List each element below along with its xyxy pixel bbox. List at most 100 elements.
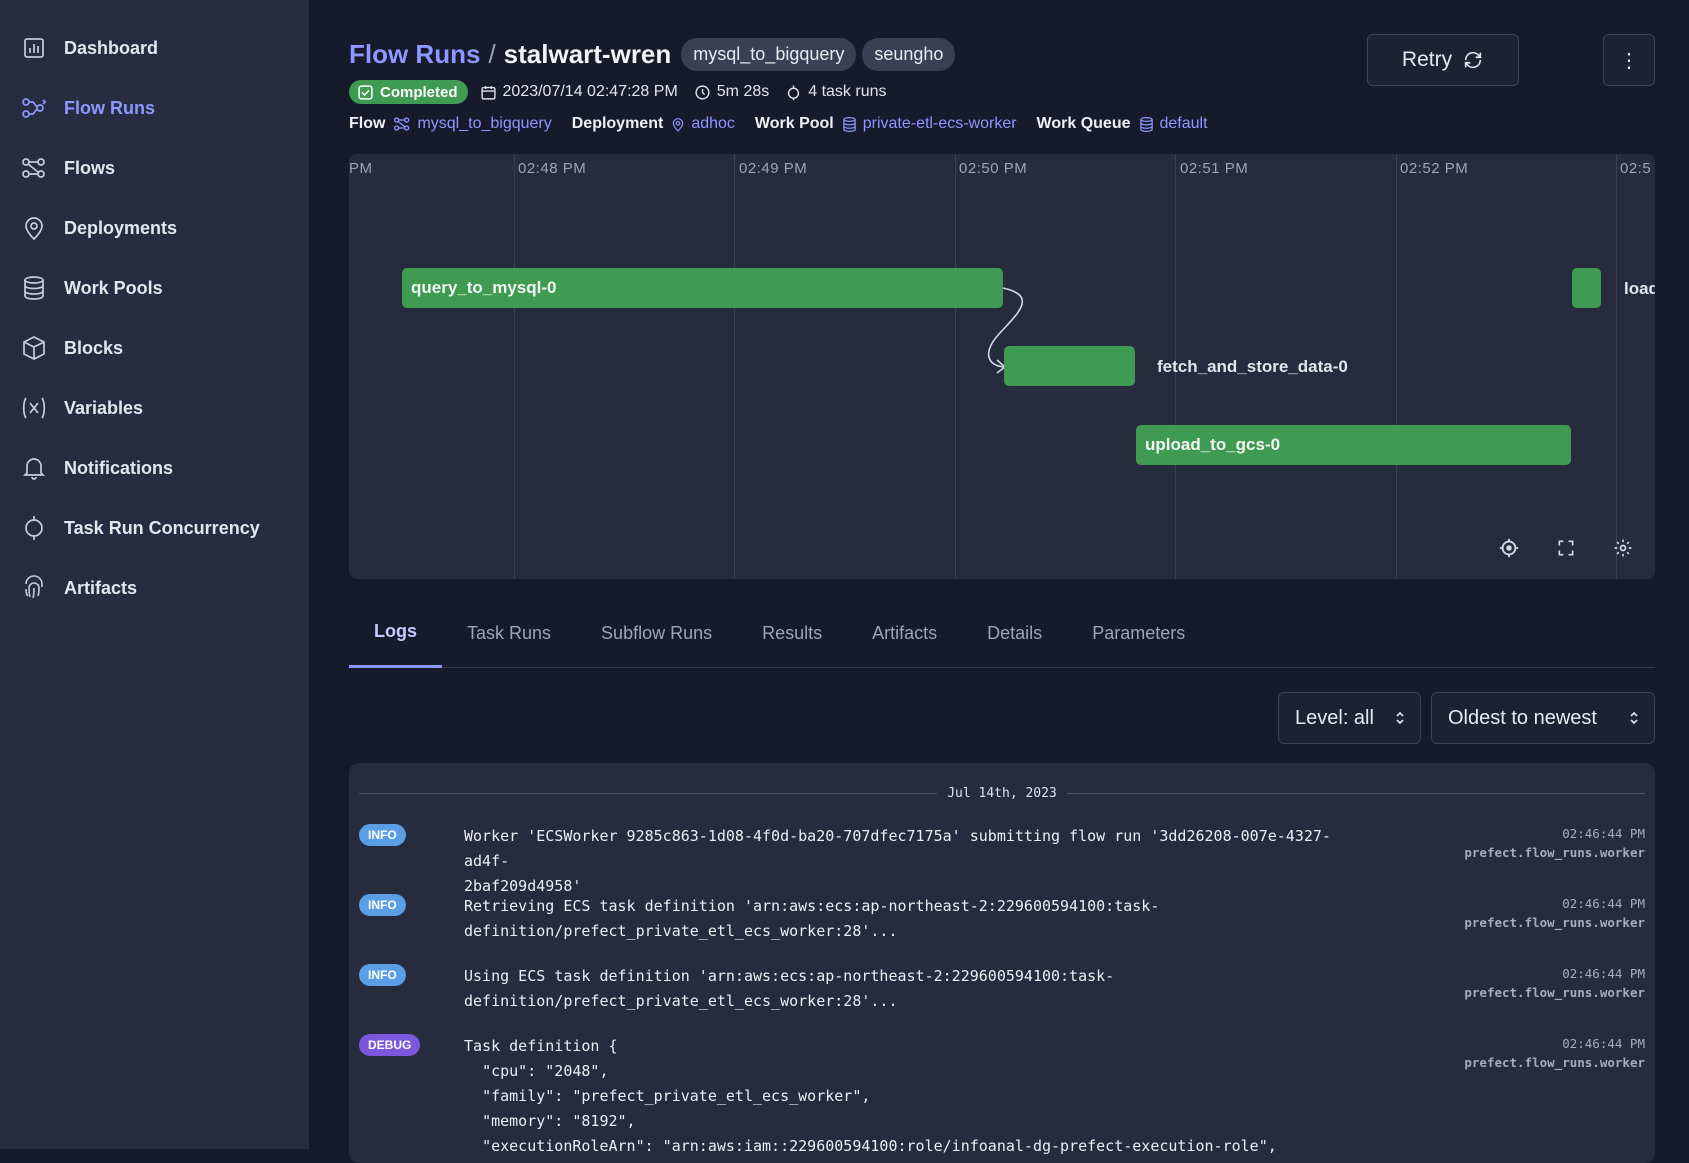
deployment-value: adhoc [691,115,735,132]
task-bar-label: load [1624,279,1655,298]
tab-artifacts[interactable]: Artifacts [847,598,962,668]
work-pool-value: private-etl-ecs-worker [862,115,1017,132]
log-source: prefect.flow_runs.worker [1464,845,1645,860]
log-level-badge: INFO [359,894,406,916]
sidebar-item-flow-runs[interactable]: Flow Runs [0,78,309,138]
log-date: Jul 14th, 2023 [947,785,1057,801]
sidebar-item-label: Blocks [64,337,124,358]
log-date-divider: Jul 14th, 2023 [359,785,1646,801]
sidebar-item-artifacts[interactable]: Artifacts [0,558,309,618]
retry-button-label: Retry [1401,48,1453,71]
timeline-settings-button[interactable] [1611,536,1635,560]
divider-line [359,792,938,794]
log-meta: 02:46:44 PM prefect.flow_runs.worker [1464,894,1645,932]
sidebar-item-work-pools[interactable]: Work Pools [0,258,309,318]
flow-label: Flow [349,115,386,132]
more-options-button[interactable]: ⋮ [1603,34,1655,86]
level-select-value: Level: all [1295,706,1374,729]
fullscreen-button[interactable] [1554,536,1578,560]
work-queue-link[interactable]: default [1139,115,1208,133]
tab-subflow-runs[interactable]: Subflow Runs [576,598,737,668]
duration-value: 5m 28s [716,83,770,100]
tab-task-runs[interactable]: Task Runs [442,598,576,668]
sidebar-item-task-run-concurrency[interactable]: Task Run Concurrency [0,498,309,558]
sidebar: Dashboard Flow Runs Flows Deployments Wo… [0,0,309,1149]
variable-icon [20,394,48,422]
log-message: Worker 'ECSWorker 9285c863-1d08-4f0d-ba2… [464,827,1331,895]
task-bar-load[interactable] [1572,268,1601,308]
concurrency-icon [20,514,48,542]
database-icon [842,116,856,132]
sidebar-item-variables[interactable]: Variables [0,378,309,438]
sidebar-item-dashboard[interactable]: Dashboard [0,18,309,78]
deployment-link[interactable]: adhoc [671,115,735,133]
work-pool-link[interactable]: private-etl-ecs-worker [842,115,1017,133]
task-bar-query-to-mysql[interactable]: query_to_mysql-0 [402,268,1003,308]
run-properties: Flow mysql_to_bigquery Deployment adhoc … [349,112,1228,136]
flow-link[interactable]: mysql_to_bigquery [393,115,552,133]
breadcrumb-flow-runs-link[interactable]: Flow Runs [349,39,480,70]
status-badge: Completed [349,80,468,104]
log-meta: 02:46:44 PM prefect.flow_runs.worker [1464,964,1645,1002]
log-level-badge: INFO [359,824,406,846]
retry-button[interactable]: Retry [1367,34,1519,86]
chevron-up-down-icon [1396,711,1404,725]
level-select[interactable]: Level: all [1278,692,1421,744]
log-level-badge: INFO [359,964,406,986]
sidebar-item-label: Flow Runs [64,97,155,118]
log-timestamp: 02:46:44 PM [1562,826,1645,841]
gear-icon [1614,539,1632,557]
sidebar-item-notifications[interactable]: Notifications [0,438,309,498]
expand-icon [1558,540,1574,556]
tab-results[interactable]: Results [737,598,847,668]
bell-icon [20,454,48,482]
deployment-label: Deployment [571,115,664,132]
flow-value: mysql_to_bigquery [417,115,552,132]
map-pin-icon [20,214,48,242]
task-bar-upload-to-gcs[interactable]: upload_to_gcs-0 [1136,425,1571,465]
tab-logs[interactable]: Logs [349,598,442,668]
page-title: stalwart-wren [503,38,672,69]
log-meta: 02:46:44 PM prefect.flow_runs.worker [1464,824,1645,862]
log-timestamp: 02:46:44 PM [1562,896,1645,911]
log-source: prefect.flow_runs.worker [1464,985,1645,1000]
crosshair-icon [1499,538,1519,558]
kebab-menu-icon: ⋮ [1619,49,1639,72]
log-meta: 02:46:44 PM prefect.flow_runs.worker [1464,1034,1645,1072]
refresh-icon [1464,51,1482,69]
sidebar-item-label: Artifacts [64,577,138,598]
tag-chip: seungho [862,37,956,71]
sidebar-item-blocks[interactable]: Blocks [0,318,309,378]
clock-icon [695,84,710,100]
tag-chip: mysql_to_bigquery [681,37,857,71]
log-source: prefect.flow_runs.worker [1464,1055,1645,1070]
main-content: Flow Runs / stalwart-wren mysql_to_bigqu… [349,0,1655,1163]
cube-icon [20,334,48,362]
run-meta: Completed 2023/07/14 02:47:28 PM 5m 28s … [349,79,903,105]
task-run-count: 4 task runs [785,83,887,101]
task-run-icon [788,84,800,100]
flow-run-timeline[interactable]: PM 02:48 PM 02:49 PM 02:50 PM 02:51 PM 0… [349,154,1655,579]
tab-details[interactable]: Details [962,598,1067,668]
log-source: prefect.flow_runs.worker [1464,915,1645,930]
log-message: Using ECS task definition 'arn:aws:ecs:a… [464,967,1115,1010]
sidebar-item-label: Task Run Concurrency [64,517,260,538]
log-panel: Jul 14th, 2023 INFO Worker 'ECSWorker 92… [349,763,1655,1163]
task-bar-label: query_to_mysql-0 [411,278,557,297]
timeline-dependency-arrow [987,287,1024,374]
tab-parameters[interactable]: Parameters [1067,598,1210,668]
sidebar-item-label: Notifications [64,457,174,478]
calendar-icon [480,85,496,100]
log-timestamp: 02:46:44 PM [1562,966,1645,981]
sidebar-item-deployments[interactable]: Deployments [0,198,309,258]
breadcrumb-separator: / [488,38,496,69]
map-pin-icon [673,117,684,132]
sort-select-value: Oldest to newest [1448,706,1597,729]
start-time: 2023/07/14 02:47:28 PM [480,83,678,101]
task-bar-fetch-and-store-data[interactable] [1004,346,1135,386]
work-queue-label: Work Queue [1036,115,1131,132]
sort-select[interactable]: Oldest to newest [1431,692,1655,744]
recenter-button[interactable] [1497,536,1521,560]
flow-runs-icon [20,94,48,122]
sidebar-item-flows[interactable]: Flows [0,138,309,198]
